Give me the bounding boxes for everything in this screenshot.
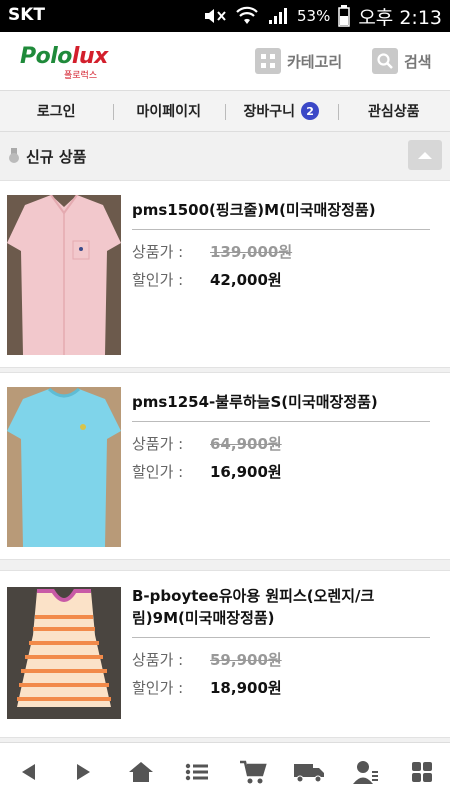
battery-percent: 53% — [296, 7, 331, 25]
list-price: 139,000원 — [210, 243, 293, 261]
sale-price: 42,000원 — [210, 271, 282, 289]
clock: 오후 2:13 — [358, 6, 442, 29]
list-price: 64,900원 — [210, 435, 282, 453]
menu-grid-icon — [411, 761, 432, 782]
list-price-label: 상품가 : — [132, 243, 184, 261]
search-label: 검색 — [404, 52, 432, 71]
wifi-icon — [236, 6, 258, 24]
cart-count-badge: 2 — [301, 102, 320, 120]
forward-icon — [77, 763, 91, 780]
home-icon — [128, 761, 153, 782]
list-button[interactable] — [177, 752, 217, 792]
delivery-button[interactable] — [289, 752, 329, 792]
nav-wishlist[interactable]: 관심상품 — [337, 91, 450, 131]
list-icon — [185, 763, 208, 780]
nav-login-label: 로그인 — [36, 104, 76, 120]
main-nav: 로그인 마이페이지 장바구니 2 관심상품 — [0, 90, 450, 132]
product-divider — [132, 637, 430, 638]
status-icons: 53% 오후 2:13 — [203, 3, 442, 29]
product-info: pms1254-불루하늘S(미국매장정품) 상품가 : 64,900원 할인가 … — [132, 391, 430, 482]
bottom-nav — [0, 742, 450, 800]
product-image-pink-shirt[interactable] — [7, 195, 121, 355]
nav-wishlist-label: 관심상품 — [367, 104, 420, 120]
delivery-icon — [294, 763, 325, 782]
category-button[interactable]: 카테고리 — [255, 47, 342, 75]
product-name[interactable]: pms1500(핑크줄)M(미국매장정품) — [132, 199, 430, 221]
signal-icon — [268, 8, 287, 24]
member-button[interactable] — [346, 752, 386, 792]
category-icon — [255, 48, 281, 74]
sale-price: 16,900원 — [210, 463, 282, 481]
sale-price: 18,900원 — [210, 679, 282, 697]
list-price-label: 상품가 : — [132, 435, 184, 453]
sale-price-row: 할인가 : 16,900원 — [132, 462, 430, 482]
home-button[interactable] — [121, 752, 161, 792]
section-header: 신규 상품 — [0, 134, 450, 176]
menu-grid-button[interactable] — [402, 752, 442, 792]
list-price: 59,900원 — [210, 651, 282, 669]
product-item[interactable]: B-pboytee유아용 원피스(오렌지/크림)9M(미국매장정품) 상품가 :… — [0, 570, 450, 738]
list-price-label: 상품가 : — [132, 651, 184, 669]
mute-icon — [204, 9, 226, 23]
sale-price-label: 할인가 : — [132, 463, 184, 481]
product-info: pms1500(핑크줄)M(미국매장정품) 상품가 : 139,000원 할인가… — [132, 199, 430, 290]
nav-login[interactable]: 로그인 — [0, 91, 113, 131]
product-item[interactable]: pms1254-불루하늘S(미국매장정품) 상품가 : 64,900원 할인가 … — [0, 372, 450, 560]
product-image-orange-dress[interactable] — [7, 587, 121, 719]
scroll-top-button[interactable] — [408, 140, 442, 170]
cart-icon — [240, 760, 267, 783]
section-title: 신규 상품 — [26, 148, 87, 166]
search-icon — [372, 48, 398, 74]
battery-icon — [338, 5, 351, 27]
product-item[interactable]: pms1500(핑크줄)M(미국매장정품) 상품가 : 139,000원 할인가… — [0, 180, 450, 368]
product-name[interactable]: B-pboytee유아용 원피스(오렌지/크림)9M(미국매장정품) — [132, 585, 430, 629]
back-icon — [22, 763, 36, 780]
medal-icon — [9, 148, 19, 163]
category-label: 카테고리 — [287, 52, 343, 71]
sale-price-row: 할인가 : 18,900원 — [132, 678, 430, 698]
sale-price-row: 할인가 : 42,000원 — [132, 270, 430, 290]
product-name[interactable]: pms1254-불루하늘S(미국매장정품) — [132, 391, 430, 413]
back-button[interactable] — [8, 752, 48, 792]
product-image-blue-tee[interactable] — [7, 387, 121, 547]
arrow-up-icon — [418, 152, 432, 159]
sale-price-label: 할인가 : — [132, 679, 184, 697]
logo-subtitle: 폴로럭스 — [64, 71, 98, 81]
list-price-row: 상품가 : 59,900원 — [132, 650, 430, 670]
app-header: Pololux 폴로럭스 카테고리 검색 — [0, 32, 450, 90]
product-divider — [132, 229, 430, 230]
nav-cart[interactable]: 장바구니 2 — [225, 91, 338, 131]
nav-mypage-label: 마이페이지 — [136, 104, 201, 120]
product-info: B-pboytee유아용 원피스(오렌지/크림)9M(미국매장정품) 상품가 :… — [132, 585, 430, 698]
list-price-row: 상품가 : 139,000원 — [132, 242, 430, 262]
list-price-row: 상품가 : 64,900원 — [132, 434, 430, 454]
cart-button[interactable] — [233, 752, 273, 792]
logo-text: Pololux — [20, 44, 108, 69]
forward-button[interactable] — [64, 752, 104, 792]
sale-price-label: 할인가 : — [132, 271, 184, 289]
brand-logo[interactable]: Pololux 폴로럭스 — [20, 40, 150, 81]
member-icon — [352, 760, 378, 784]
nav-cart-label: 장바구니 — [243, 104, 296, 120]
product-divider — [132, 421, 430, 422]
nav-mypage[interactable]: 마이페이지 — [112, 91, 226, 131]
carrier-label: SKT — [8, 5, 46, 25]
search-button[interactable]: 검색 — [372, 47, 432, 75]
status-bar: SKT 53% 오후 2:13 — [0, 0, 450, 32]
